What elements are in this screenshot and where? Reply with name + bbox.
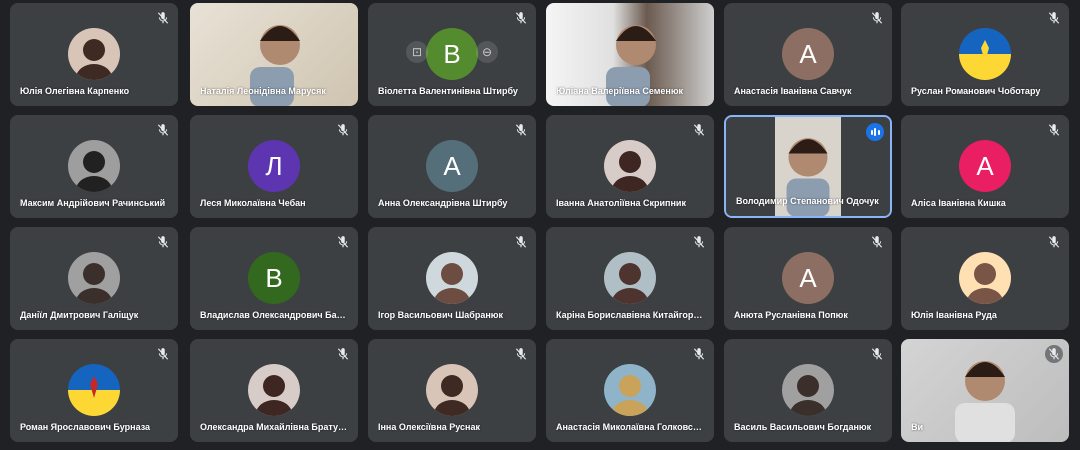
participant-name: Юліана Валеріївна Семенюк (556, 86, 684, 96)
participant-name: Юлія Іванівна Руда (911, 310, 997, 320)
avatar-initial: В (426, 28, 478, 80)
participant-tile[interactable]: Наталія Леонідівна Марусяк (190, 3, 358, 106)
avatar-photo (426, 364, 478, 416)
mic-muted-icon (336, 235, 350, 249)
mic-muted-icon (514, 123, 528, 137)
participant-tile[interactable]: Юлія Олегівна Карпенко (10, 3, 178, 106)
participant-name: Максим Андрійович Рачинський (20, 198, 166, 208)
avatar-photo (959, 252, 1011, 304)
flag-avatar-icon (959, 28, 1011, 80)
mic-muted-icon (156, 11, 170, 25)
participant-tile[interactable]: Олександра Михайлівна Брату… (190, 339, 358, 442)
avatar-initial: В (248, 252, 300, 304)
participant-tile[interactable]: Іванна Анатоліївна Скрипник (546, 115, 714, 218)
avatar-photo (68, 28, 120, 80)
avatar-photo (68, 140, 120, 192)
avatar-initial: А (782, 28, 834, 80)
mic-muted-icon (1047, 123, 1061, 137)
participant-name: Анюта Русланівна Попюк (734, 310, 848, 320)
participant-name: Руслан Романович Чоботару (911, 86, 1041, 96)
participant-tile[interactable]: Володимир Степанович Одочук (724, 115, 892, 218)
participant-name: Аліса Іванівна Кишка (911, 198, 1006, 208)
mic-muted-icon (1047, 11, 1061, 25)
participant-name: Анастасія Іванівна Савчук (734, 86, 852, 96)
participant-name: Ви (911, 422, 924, 432)
avatar-initial: А (782, 252, 834, 304)
participant-name: Наталія Леонідівна Марусяк (200, 86, 326, 96)
participant-tile[interactable]: Юліана Валеріївна Семенюк (546, 3, 714, 106)
participant-tile[interactable]: Каріна Бориславівна Китайгоро… (546, 227, 714, 330)
mic-muted-icon (692, 123, 706, 137)
participant-tile[interactable]: А Анюта Русланівна Попюк (724, 227, 892, 330)
avatar-photo (604, 140, 656, 192)
participant-tile[interactable]: Роман Ярославович Бурназа (10, 339, 178, 442)
participant-tile[interactable]: А Аліса Іванівна Кишка (901, 115, 1069, 218)
participant-name: Даніїл Дмитрович Галіщук (20, 310, 139, 320)
participant-name: Володимир Степанович Одочук (736, 196, 879, 206)
avatar-photo (248, 364, 300, 416)
avatar-initial: А (426, 140, 478, 192)
mic-muted-icon (156, 347, 170, 361)
mic-muted-icon (692, 235, 706, 249)
participant-tile[interactable]: Василь Васильович Богданюк (724, 339, 892, 442)
participant-tile[interactable]: Анастасія Миколаївна Голковсь… (546, 339, 714, 442)
mic-muted-icon (514, 347, 528, 361)
mic-muted-icon (870, 11, 884, 25)
avatar-photo (426, 252, 478, 304)
participant-tile[interactable]: А Анастасія Іванівна Савчук (724, 3, 892, 106)
mic-muted-icon (870, 235, 884, 249)
speaking-indicator-icon (866, 123, 884, 141)
mic-muted-icon (692, 347, 706, 361)
mic-muted-icon (1045, 345, 1063, 363)
participant-tile[interactable]: Л Леся Миколаївна Чебан (190, 115, 358, 218)
remove-icon[interactable]: ⊖ (476, 41, 498, 63)
mic-muted-icon (1047, 235, 1061, 249)
mic-muted-icon (514, 235, 528, 249)
participant-tile[interactable]: Інна Олексіївна Руснак (368, 339, 536, 442)
participant-name: Анна Олександрівна Штирбу (378, 198, 508, 208)
mic-muted-icon (870, 347, 884, 361)
participant-tile[interactable]: Максим Андрійович Рачинський (10, 115, 178, 218)
avatar-photo (68, 252, 120, 304)
participant-tile[interactable]: Ігор Васильович Шабранюк (368, 227, 536, 330)
participant-tile[interactable]: В ⊡ ⊖ Віолетта Валентинівна Штирбу (368, 3, 536, 106)
participant-name: Ігор Васильович Шабранюк (378, 310, 503, 320)
participant-tile[interactable]: Юлія Іванівна Руда (901, 227, 1069, 330)
participant-name: Анастасія Миколаївна Голковсь… (556, 422, 706, 432)
participant-name: Інна Олексіївна Руснак (378, 422, 480, 432)
avatar-initial: А (959, 140, 1011, 192)
mic-muted-icon (336, 123, 350, 137)
participant-name: Каріна Бориславівна Китайгоро… (556, 310, 706, 320)
participant-tile[interactable]: Руслан Романович Чоботару (901, 3, 1069, 106)
participant-name: Юлія Олегівна Карпенко (20, 86, 130, 96)
participant-name: Леся Миколаївна Чебан (200, 198, 306, 208)
participant-name: Владислав Олександрович Бан… (200, 310, 350, 320)
participant-tile[interactable]: Даніїл Дмитрович Галіщук (10, 227, 178, 330)
avatar-photo (604, 252, 656, 304)
flag-avatar-icon (68, 364, 120, 416)
mic-muted-icon (156, 235, 170, 249)
avatar-photo (782, 364, 834, 416)
participant-tile[interactable]: А Анна Олександрівна Штирбу (368, 115, 536, 218)
participant-grid: Юлія Олегівна Карпенко Наталія Леонідівна… (0, 0, 1080, 450)
pin-icon[interactable]: ⊡ (406, 41, 428, 63)
participant-name: Роман Ярославович Бурназа (20, 422, 151, 432)
avatar-photo (604, 364, 656, 416)
participant-name: Василь Васильович Богданюк (734, 422, 872, 432)
mic-muted-icon (156, 123, 170, 137)
avatar-initial: Л (248, 140, 300, 192)
participant-tile[interactable]: В Владислав Олександрович Бан… (190, 227, 358, 330)
participant-tile[interactable]: Ви (901, 339, 1069, 442)
mic-muted-icon (514, 11, 528, 25)
mic-muted-icon (336, 347, 350, 361)
participant-name: Олександра Михайлівна Брату… (200, 422, 348, 432)
participant-name: Іванна Анатоліївна Скрипник (556, 198, 686, 208)
participant-name: Віолетта Валентинівна Штирбу (378, 86, 518, 96)
